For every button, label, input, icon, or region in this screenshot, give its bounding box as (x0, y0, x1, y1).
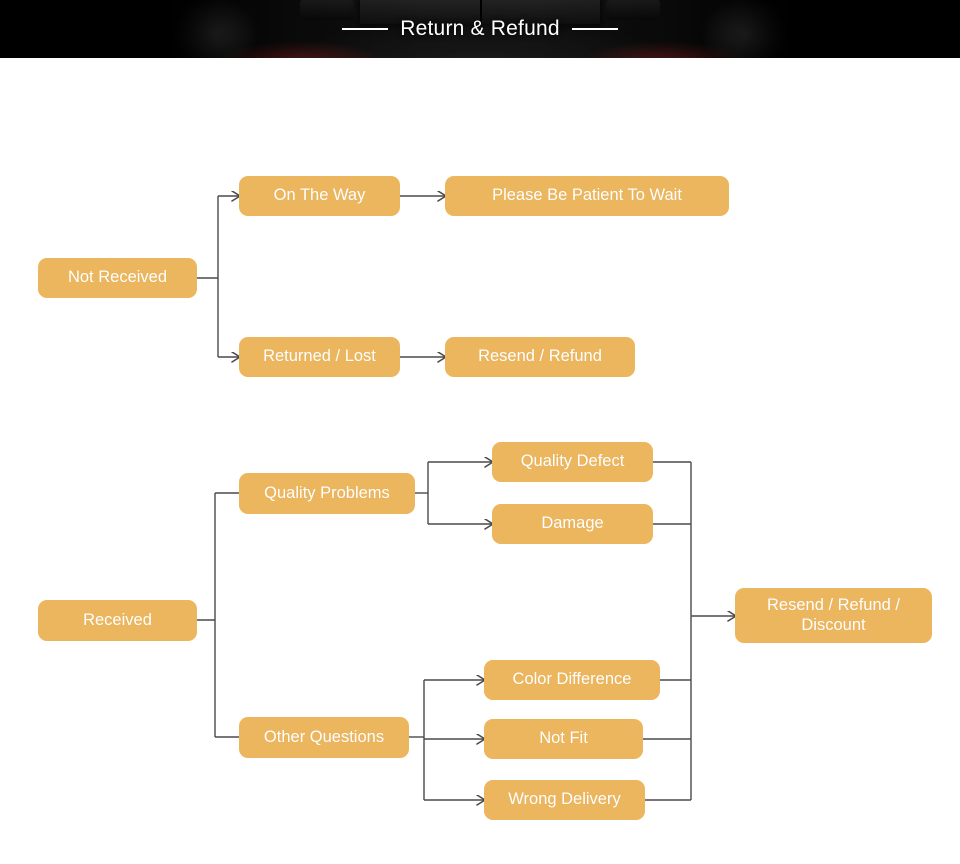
node-resend-refund[interactable]: Resend / Refund (445, 337, 635, 377)
title-rule-left-icon (342, 28, 389, 30)
node-resend-refund-discount[interactable]: Resend / Refund / Discount (735, 588, 932, 643)
node-not-received[interactable]: Not Received (38, 258, 197, 298)
node-wrong-delivery[interactable]: Wrong Delivery (484, 780, 645, 820)
node-quality-problems[interactable]: Quality Problems (239, 473, 415, 514)
node-please-be-patient-to-wait[interactable]: Please Be Patient To Wait (445, 176, 729, 216)
node-other-questions[interactable]: Other Questions (239, 717, 409, 758)
page-banner: Return & Refund (0, 0, 960, 58)
node-on-the-way[interactable]: On The Way (239, 176, 400, 216)
banner-title-group: Return & Refund (0, 0, 960, 58)
node-not-fit[interactable]: Not Fit (484, 719, 643, 759)
node-color-difference[interactable]: Color Difference (484, 660, 660, 700)
node-received[interactable]: Received (38, 600, 197, 641)
node-quality-defect[interactable]: Quality Defect (492, 442, 653, 482)
return-refund-flowchart: Not Received On The Way Please Be Patien… (0, 58, 960, 864)
node-damage[interactable]: Damage (492, 504, 653, 544)
title-rule-right-icon (571, 28, 618, 30)
node-returned-lost[interactable]: Returned / Lost (239, 337, 400, 377)
page-title: Return & Refund (400, 17, 560, 40)
